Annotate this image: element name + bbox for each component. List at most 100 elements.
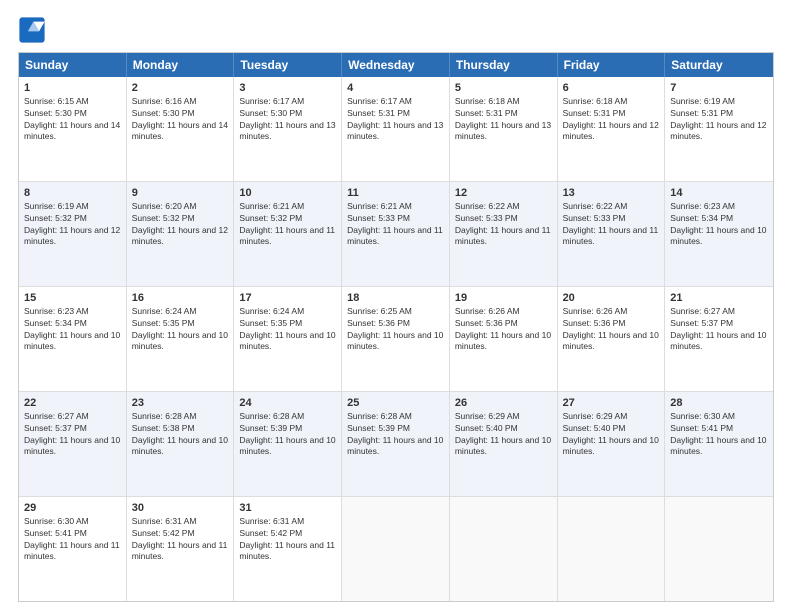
day-number: 5 — [455, 81, 552, 95]
cell-info: Sunrise: 6:18 AMSunset: 5:31 PMDaylight:… — [563, 96, 659, 141]
calendar-cell: 24Sunrise: 6:28 AMSunset: 5:39 PMDayligh… — [234, 392, 342, 496]
calendar-cell — [450, 497, 558, 601]
calendar-row-3: 15Sunrise: 6:23 AMSunset: 5:34 PMDayligh… — [19, 287, 773, 392]
calendar-cell: 21Sunrise: 6:27 AMSunset: 5:37 PMDayligh… — [665, 287, 773, 391]
day-number: 9 — [132, 186, 229, 200]
cell-info: Sunrise: 6:16 AMSunset: 5:30 PMDaylight:… — [132, 96, 228, 141]
calendar-cell — [342, 497, 450, 601]
calendar-row-4: 22Sunrise: 6:27 AMSunset: 5:37 PMDayligh… — [19, 392, 773, 497]
header-day-tuesday: Tuesday — [234, 53, 342, 77]
day-number: 10 — [239, 186, 336, 200]
day-number: 19 — [455, 291, 552, 305]
cell-info: Sunrise: 6:23 AMSunset: 5:34 PMDaylight:… — [24, 306, 120, 351]
day-number: 24 — [239, 396, 336, 410]
day-number: 30 — [132, 501, 229, 515]
day-number: 29 — [24, 501, 121, 515]
calendar-cell: 5Sunrise: 6:18 AMSunset: 5:31 PMDaylight… — [450, 77, 558, 181]
cell-info: Sunrise: 6:18 AMSunset: 5:31 PMDaylight:… — [455, 96, 551, 141]
day-number: 12 — [455, 186, 552, 200]
cell-info: Sunrise: 6:28 AMSunset: 5:39 PMDaylight:… — [347, 411, 443, 456]
calendar-cell: 23Sunrise: 6:28 AMSunset: 5:38 PMDayligh… — [127, 392, 235, 496]
day-number: 8 — [24, 186, 121, 200]
calendar-cell: 31Sunrise: 6:31 AMSunset: 5:42 PMDayligh… — [234, 497, 342, 601]
header-day-thursday: Thursday — [450, 53, 558, 77]
day-number: 3 — [239, 81, 336, 95]
day-number: 28 — [670, 396, 768, 410]
calendar-cell: 2Sunrise: 6:16 AMSunset: 5:30 PMDaylight… — [127, 77, 235, 181]
header-day-sunday: Sunday — [19, 53, 127, 77]
calendar-cell: 25Sunrise: 6:28 AMSunset: 5:39 PMDayligh… — [342, 392, 450, 496]
cell-info: Sunrise: 6:15 AMSunset: 5:30 PMDaylight:… — [24, 96, 120, 141]
calendar-cell: 20Sunrise: 6:26 AMSunset: 5:36 PMDayligh… — [558, 287, 666, 391]
cell-info: Sunrise: 6:17 AMSunset: 5:31 PMDaylight:… — [347, 96, 443, 141]
cell-info: Sunrise: 6:23 AMSunset: 5:34 PMDaylight:… — [670, 201, 766, 246]
calendar-cell: 19Sunrise: 6:26 AMSunset: 5:36 PMDayligh… — [450, 287, 558, 391]
day-number: 21 — [670, 291, 768, 305]
calendar: SundayMondayTuesdayWednesdayThursdayFrid… — [18, 52, 774, 602]
calendar-row-2: 8Sunrise: 6:19 AMSunset: 5:32 PMDaylight… — [19, 182, 773, 287]
cell-info: Sunrise: 6:24 AMSunset: 5:35 PMDaylight:… — [239, 306, 335, 351]
calendar-cell: 14Sunrise: 6:23 AMSunset: 5:34 PMDayligh… — [665, 182, 773, 286]
calendar-cell: 16Sunrise: 6:24 AMSunset: 5:35 PMDayligh… — [127, 287, 235, 391]
calendar-body: 1Sunrise: 6:15 AMSunset: 5:30 PMDaylight… — [19, 77, 773, 601]
cell-info: Sunrise: 6:26 AMSunset: 5:36 PMDaylight:… — [455, 306, 551, 351]
header-day-monday: Monday — [127, 53, 235, 77]
logo-icon — [18, 16, 46, 44]
cell-info: Sunrise: 6:24 AMSunset: 5:35 PMDaylight:… — [132, 306, 228, 351]
cell-info: Sunrise: 6:27 AMSunset: 5:37 PMDaylight:… — [670, 306, 766, 351]
day-number: 26 — [455, 396, 552, 410]
cell-info: Sunrise: 6:28 AMSunset: 5:39 PMDaylight:… — [239, 411, 335, 456]
cell-info: Sunrise: 6:17 AMSunset: 5:30 PMDaylight:… — [239, 96, 335, 141]
day-number: 1 — [24, 81, 121, 95]
calendar-cell: 9Sunrise: 6:20 AMSunset: 5:32 PMDaylight… — [127, 182, 235, 286]
header — [18, 16, 774, 44]
day-number: 17 — [239, 291, 336, 305]
header-day-saturday: Saturday — [665, 53, 773, 77]
calendar-cell: 17Sunrise: 6:24 AMSunset: 5:35 PMDayligh… — [234, 287, 342, 391]
cell-info: Sunrise: 6:20 AMSunset: 5:32 PMDaylight:… — [132, 201, 228, 246]
header-day-friday: Friday — [558, 53, 666, 77]
cell-info: Sunrise: 6:30 AMSunset: 5:41 PMDaylight:… — [24, 516, 120, 561]
calendar-cell: 7Sunrise: 6:19 AMSunset: 5:31 PMDaylight… — [665, 77, 773, 181]
day-number: 22 — [24, 396, 121, 410]
day-number: 7 — [670, 81, 768, 95]
logo — [18, 16, 50, 44]
calendar-cell: 10Sunrise: 6:21 AMSunset: 5:32 PMDayligh… — [234, 182, 342, 286]
calendar-cell: 11Sunrise: 6:21 AMSunset: 5:33 PMDayligh… — [342, 182, 450, 286]
day-number: 25 — [347, 396, 444, 410]
calendar-row-5: 29Sunrise: 6:30 AMSunset: 5:41 PMDayligh… — [19, 497, 773, 601]
cell-info: Sunrise: 6:28 AMSunset: 5:38 PMDaylight:… — [132, 411, 228, 456]
day-number: 4 — [347, 81, 444, 95]
day-number: 18 — [347, 291, 444, 305]
cell-info: Sunrise: 6:19 AMSunset: 5:31 PMDaylight:… — [670, 96, 766, 141]
cell-info: Sunrise: 6:19 AMSunset: 5:32 PMDaylight:… — [24, 201, 120, 246]
calendar-cell — [665, 497, 773, 601]
day-number: 20 — [563, 291, 660, 305]
cell-info: Sunrise: 6:29 AMSunset: 5:40 PMDaylight:… — [563, 411, 659, 456]
day-number: 13 — [563, 186, 660, 200]
cell-info: Sunrise: 6:25 AMSunset: 5:36 PMDaylight:… — [347, 306, 443, 351]
calendar-cell: 8Sunrise: 6:19 AMSunset: 5:32 PMDaylight… — [19, 182, 127, 286]
day-number: 23 — [132, 396, 229, 410]
calendar-header: SundayMondayTuesdayWednesdayThursdayFrid… — [19, 53, 773, 77]
calendar-cell: 22Sunrise: 6:27 AMSunset: 5:37 PMDayligh… — [19, 392, 127, 496]
calendar-cell: 15Sunrise: 6:23 AMSunset: 5:34 PMDayligh… — [19, 287, 127, 391]
cell-info: Sunrise: 6:29 AMSunset: 5:40 PMDaylight:… — [455, 411, 551, 456]
calendar-cell: 27Sunrise: 6:29 AMSunset: 5:40 PMDayligh… — [558, 392, 666, 496]
cell-info: Sunrise: 6:22 AMSunset: 5:33 PMDaylight:… — [455, 201, 551, 246]
calendar-cell: 28Sunrise: 6:30 AMSunset: 5:41 PMDayligh… — [665, 392, 773, 496]
calendar-row-1: 1Sunrise: 6:15 AMSunset: 5:30 PMDaylight… — [19, 77, 773, 182]
day-number: 16 — [132, 291, 229, 305]
day-number: 2 — [132, 81, 229, 95]
day-number: 31 — [239, 501, 336, 515]
calendar-cell — [558, 497, 666, 601]
day-number: 15 — [24, 291, 121, 305]
calendar-cell: 12Sunrise: 6:22 AMSunset: 5:33 PMDayligh… — [450, 182, 558, 286]
header-day-wednesday: Wednesday — [342, 53, 450, 77]
calendar-cell: 3Sunrise: 6:17 AMSunset: 5:30 PMDaylight… — [234, 77, 342, 181]
day-number: 14 — [670, 186, 768, 200]
calendar-cell: 29Sunrise: 6:30 AMSunset: 5:41 PMDayligh… — [19, 497, 127, 601]
cell-info: Sunrise: 6:22 AMSunset: 5:33 PMDaylight:… — [563, 201, 659, 246]
day-number: 11 — [347, 186, 444, 200]
calendar-cell: 1Sunrise: 6:15 AMSunset: 5:30 PMDaylight… — [19, 77, 127, 181]
